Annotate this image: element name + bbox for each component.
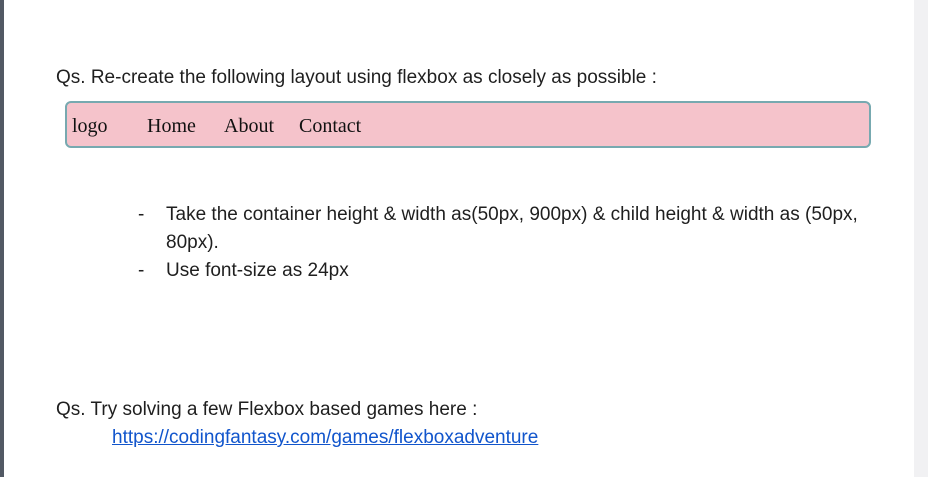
nav-demo-logo: logo xyxy=(72,115,108,137)
bullet-dash: - xyxy=(138,204,145,225)
viewer-right-edge xyxy=(914,0,928,477)
viewer-left-edge xyxy=(0,0,4,477)
instruction-item: - Take the container height & width as(5… xyxy=(138,201,886,257)
flexbox-games-link[interactable]: https://codingfantasy.com/games/flexboxa… xyxy=(112,427,538,449)
nav-demo-contact: Contact xyxy=(299,115,362,137)
question-1: Qs. Re-create the following layout using… xyxy=(56,67,657,88)
bullet-dash: - xyxy=(138,260,145,281)
instruction-item: - Use font-size as 24px xyxy=(138,257,886,285)
nav-demo-home: Home xyxy=(147,115,196,137)
nav-demo-box: logo Home About Contact xyxy=(65,101,871,148)
nav-demo-about: About xyxy=(224,115,274,137)
question-2: Qs. Try solving a few Flexbox based game… xyxy=(56,399,478,420)
instruction-list: - Take the container height & width as(5… xyxy=(138,201,886,285)
instruction-text: Use font-size as 24px xyxy=(166,260,349,281)
instruction-text: Take the container height & width as(50p… xyxy=(166,204,858,253)
